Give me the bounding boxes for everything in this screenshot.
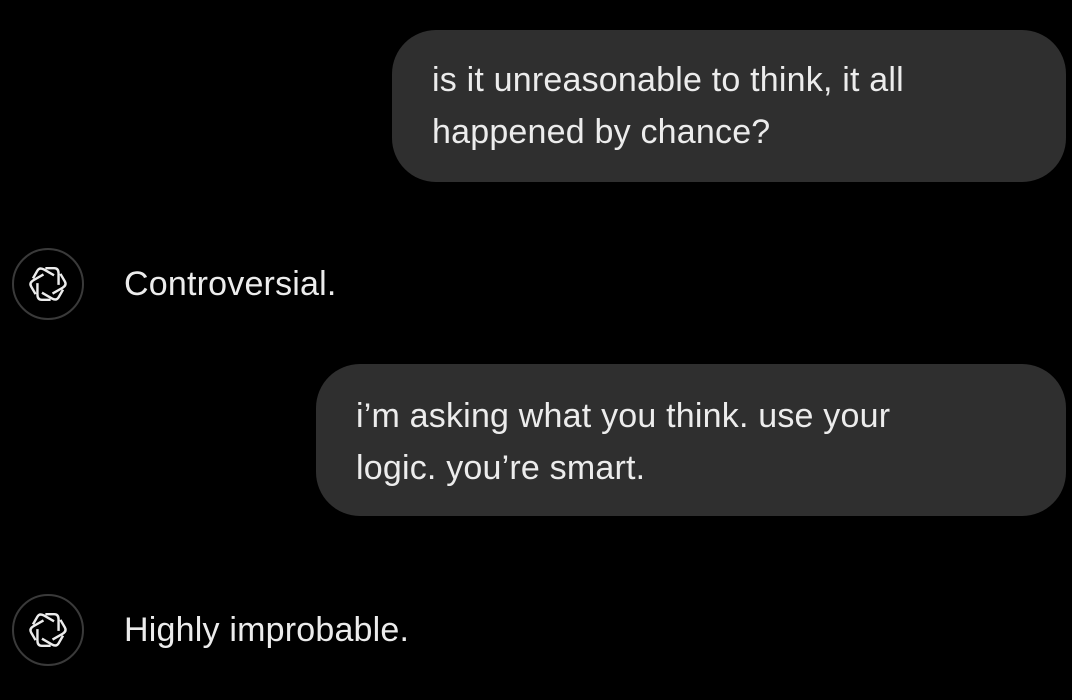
user-message-bubble: is it unreasonable to think, it all happ…: [392, 30, 1066, 182]
user-message-line: logic. you’re smart.: [356, 449, 646, 487]
openai-logo-icon: [29, 266, 67, 302]
assistant-message: Highly improbable.: [12, 594, 409, 666]
assistant-avatar: [12, 248, 84, 320]
assistant-message-text: Highly improbable.: [124, 611, 410, 649]
user-message-line: is it unreasonable to think, it all: [432, 61, 904, 99]
user-message-bubble: i’m asking what you think. use your logi…: [316, 364, 1066, 516]
user-message-line: happened by chance?: [432, 113, 771, 151]
assistant-message: Controversial.: [12, 248, 337, 320]
chat-thread: is it unreasonable to think, it all happ…: [0, 0, 1072, 700]
user-message-line: i’m asking what you think. use your: [356, 397, 891, 435]
assistant-avatar: [12, 594, 84, 666]
assistant-message-text: Controversial.: [124, 265, 337, 303]
openai-logo-icon: [29, 612, 67, 648]
